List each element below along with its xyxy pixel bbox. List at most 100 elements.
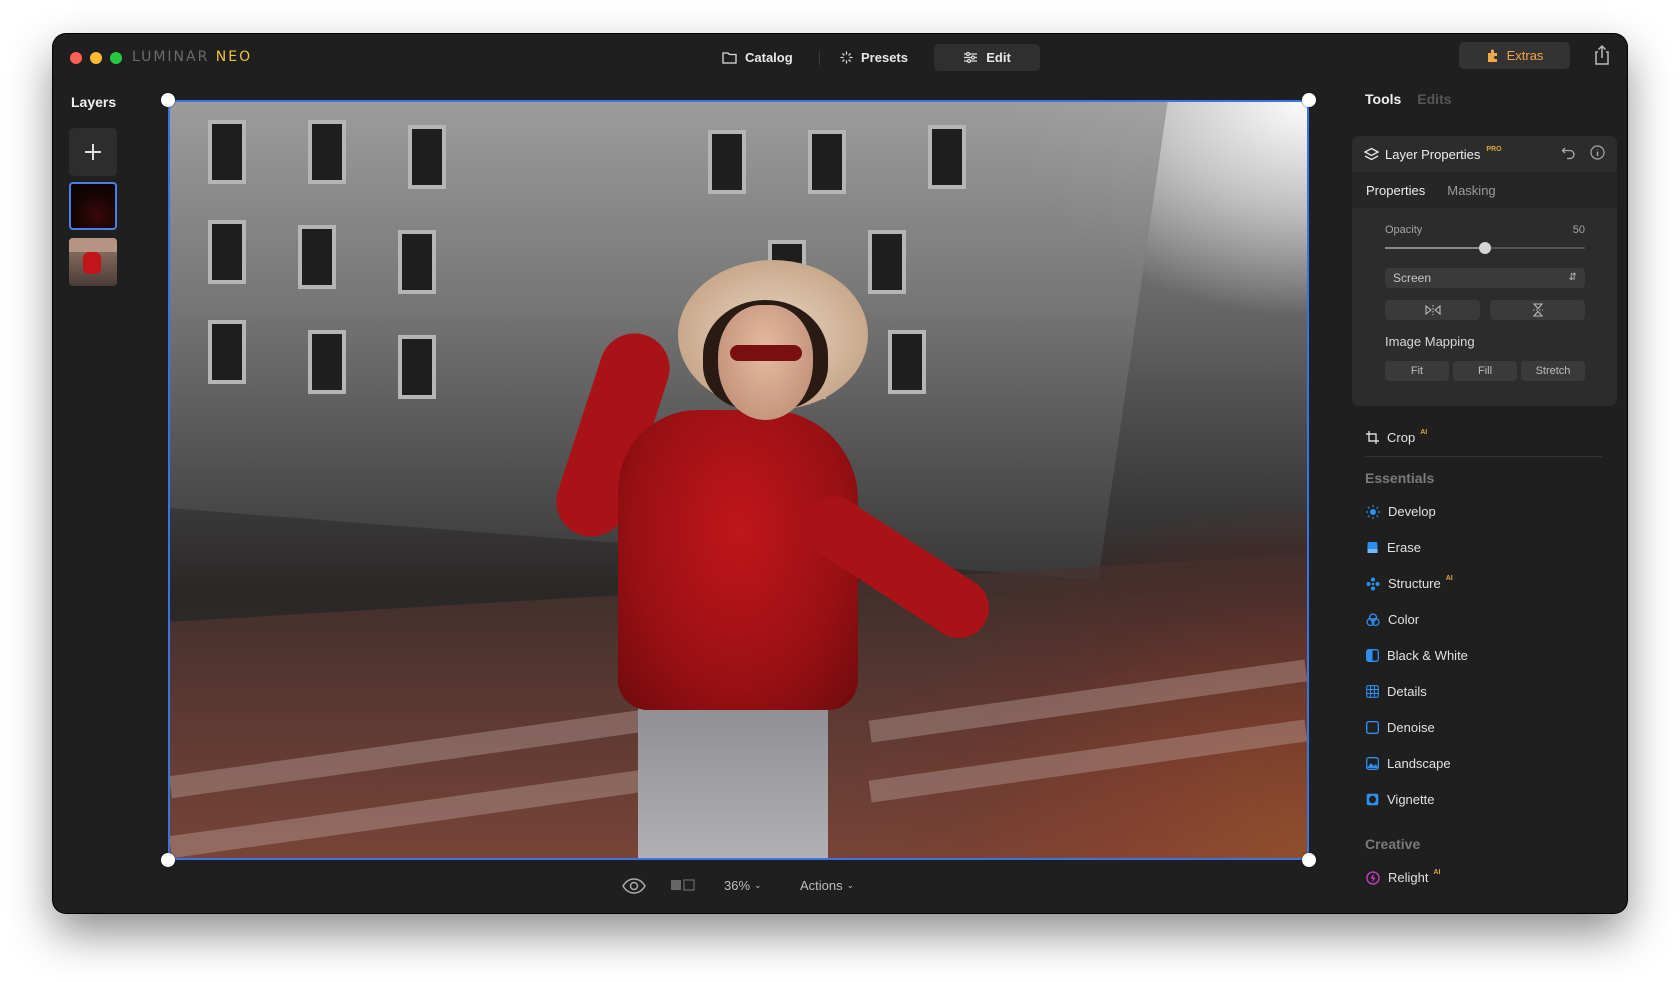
tab-properties[interactable]: Properties xyxy=(1366,183,1425,198)
folder-icon xyxy=(722,52,737,64)
layer-thumbnail-photo[interactable] xyxy=(69,238,117,286)
relight-label: Relight xyxy=(1388,870,1429,885)
pro-badge: PRO xyxy=(1486,145,1502,153)
share-icon[interactable] xyxy=(1593,44,1611,66)
creative-title: Creative xyxy=(1365,836,1421,852)
photo-window xyxy=(808,130,846,194)
zoom-value: 36% xyxy=(724,878,751,893)
color-label: Color xyxy=(1388,612,1420,627)
photo-window xyxy=(208,320,246,384)
layers-icon xyxy=(1364,147,1379,160)
structure-icon xyxy=(1366,577,1380,590)
image-mapping-label: Image Mapping xyxy=(1385,334,1475,349)
subject-face xyxy=(718,305,813,420)
photo-window xyxy=(308,330,346,394)
undo-icon[interactable] xyxy=(1561,145,1576,160)
tool-crop[interactable]: Crop AI xyxy=(1366,429,1430,445)
presets-tab[interactable]: Presets xyxy=(826,44,934,71)
tool-structure[interactable]: Structure AI xyxy=(1366,575,1456,591)
photo-window xyxy=(398,335,436,399)
landscape-label: Landscape xyxy=(1387,756,1451,771)
flip-vertical-button[interactable] xyxy=(1490,300,1585,320)
layers-title: Layers xyxy=(71,94,117,110)
tool-black-white[interactable]: Black & White xyxy=(1366,648,1468,663)
opacity-slider[interactable] xyxy=(1385,242,1585,254)
flip-horizontal-button[interactable] xyxy=(1385,300,1480,320)
layer-properties-header[interactable]: Layer Properties PRO xyxy=(1352,136,1617,172)
black-white-label: Black & White xyxy=(1387,648,1468,663)
erase-label: Erase xyxy=(1387,540,1421,555)
add-layer-button[interactable] xyxy=(69,128,117,176)
thumbnail-figure xyxy=(83,252,101,274)
transform-handle-top-right[interactable] xyxy=(1302,93,1316,107)
flip-vertical-icon xyxy=(1532,303,1543,317)
presets-label: Presets xyxy=(861,50,908,65)
edit-tab[interactable]: Edit xyxy=(934,44,1040,71)
puzzle-icon xyxy=(1487,49,1497,62)
ai-badge: AI xyxy=(1420,429,1428,436)
opacity-label: Opacity xyxy=(1385,224,1423,236)
chevron-down-icon: ⌄ xyxy=(754,880,762,890)
actions-dropdown[interactable]: Actions ⌄ xyxy=(800,878,854,893)
mapping-fit-button[interactable]: Fit xyxy=(1385,361,1449,381)
tab-tools[interactable]: Tools xyxy=(1365,91,1401,107)
tab-edits[interactable]: Edits xyxy=(1417,91,1451,107)
photo-window xyxy=(298,225,336,289)
layer-properties-panel: Layer Properties PRO Properties Masking … xyxy=(1352,136,1617,406)
photo-window xyxy=(308,120,346,184)
eraser-icon xyxy=(1367,542,1378,553)
extras-button[interactable]: Extras xyxy=(1459,42,1570,69)
preview-toggle[interactable] xyxy=(622,878,646,894)
panel-tabs: Tools Edits xyxy=(1365,91,1452,107)
details-label: Details xyxy=(1387,684,1427,699)
actions-label: Actions xyxy=(800,878,843,893)
essentials-title: Essentials xyxy=(1365,470,1435,486)
tool-landscape[interactable]: Landscape xyxy=(1366,756,1451,771)
color-circles-icon xyxy=(1366,612,1380,626)
minimize-window-button[interactable] xyxy=(90,52,102,64)
header-actions xyxy=(1561,145,1605,160)
app-logo: LUMINAR NEO xyxy=(132,49,253,65)
tool-develop[interactable]: Develop xyxy=(1366,504,1436,519)
landscape-icon xyxy=(1366,757,1379,770)
tool-color[interactable]: Color xyxy=(1366,612,1419,627)
opacity-value: 50 xyxy=(1572,224,1585,236)
sparkle-icon xyxy=(840,51,853,64)
zoom-dropdown[interactable]: 36% ⌄ xyxy=(724,878,762,893)
ai-badge: AI xyxy=(1445,575,1453,582)
tool-vignette[interactable]: Vignette xyxy=(1366,792,1434,807)
transform-handle-bottom-left[interactable] xyxy=(161,853,175,867)
compare-toggle[interactable] xyxy=(670,878,696,892)
vignette-label: Vignette xyxy=(1387,792,1435,807)
mapping-fill-button[interactable]: Fill xyxy=(1453,361,1517,381)
tool-details[interactable]: Details xyxy=(1366,684,1427,699)
blend-mode-value: Screen xyxy=(1393,271,1432,285)
denoise-label: Denoise xyxy=(1387,720,1435,735)
transform-handle-top-left[interactable] xyxy=(161,93,175,107)
subject-sweater xyxy=(618,410,858,710)
close-window-button[interactable] xyxy=(70,52,82,64)
develop-label: Develop xyxy=(1388,504,1436,519)
layer-thumbnail-gradient[interactable] xyxy=(69,182,117,230)
zoom-window-button[interactable] xyxy=(110,52,122,64)
photo-window xyxy=(398,230,436,294)
catalog-tab[interactable]: Catalog xyxy=(708,44,818,71)
tool-erase[interactable]: Erase xyxy=(1366,540,1421,555)
opacity-slider-knob[interactable] xyxy=(1479,242,1491,254)
tab-masking[interactable]: Masking xyxy=(1447,183,1495,198)
tool-relight[interactable]: Relight AI xyxy=(1366,869,1443,885)
blend-mode-select[interactable]: Screen ⇵ xyxy=(1385,268,1585,288)
chevron-down-icon: ⌄ xyxy=(846,880,855,890)
layer-properties-subtabs: Properties Masking xyxy=(1352,172,1617,208)
catalog-label: Catalog xyxy=(745,50,793,65)
split-view-icon xyxy=(671,879,695,891)
transform-handle-bottom-right[interactable] xyxy=(1302,853,1316,867)
app-window: LUMINAR NEO Catalog Presets Edit Extras … xyxy=(53,34,1627,913)
info-icon[interactable] xyxy=(1590,145,1605,160)
tool-denoise[interactable]: Denoise xyxy=(1366,720,1435,735)
mapping-stretch-button[interactable]: Stretch xyxy=(1521,361,1585,381)
chevron-updown-icon: ⇵ xyxy=(1568,272,1577,283)
nav-divider xyxy=(819,51,820,65)
photo-canvas[interactable] xyxy=(168,100,1309,860)
ai-badge: AI xyxy=(1433,869,1441,876)
